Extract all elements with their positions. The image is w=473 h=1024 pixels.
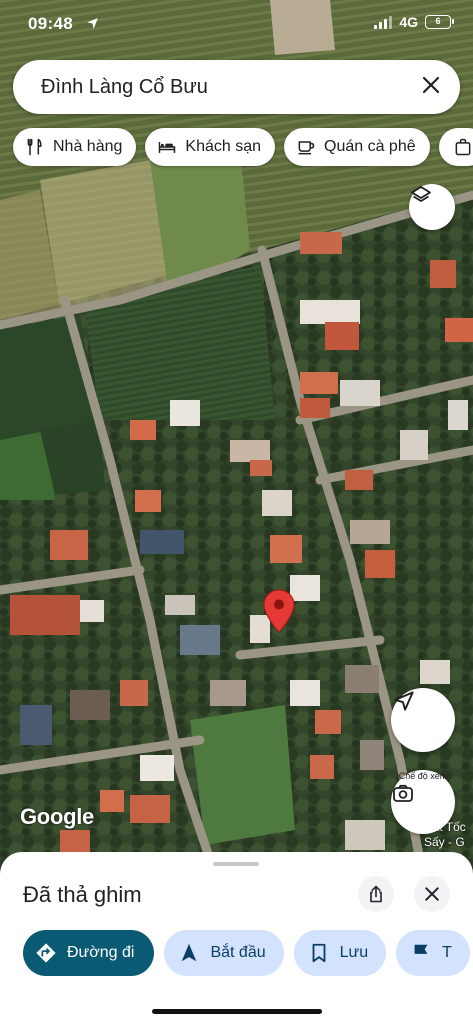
coffee-icon: [298, 141, 315, 155]
search-query[interactable]: Đình Làng Cổ Bưu: [41, 76, 208, 99]
camera-view-icon: [393, 784, 413, 802]
chip-restaurants[interactable]: Nhà hàng: [13, 128, 137, 166]
save-label: Lưu: [339, 944, 369, 961]
fork-knife-icon: [27, 138, 42, 156]
label-button-text: T: [442, 944, 452, 961]
chip-hotels[interactable]: Khách sạn: [145, 128, 275, 166]
battery-icon: 6: [425, 15, 454, 29]
signal-bars-icon: [374, 15, 393, 29]
action-buttons: Đường đi Bắt đầu Lưu T: [23, 930, 470, 976]
view-mode-label: Chế độ xem: [398, 771, 448, 781]
search-bar[interactable]: Đình Làng Cổ Bưu: [13, 60, 460, 114]
directions-icon: [36, 943, 56, 963]
location-arrow-icon: [394, 691, 414, 711]
chip-shopping[interactable]: [438, 128, 473, 166]
layers-icon: [411, 186, 431, 202]
location-services-icon: [86, 15, 99, 35]
save-button[interactable]: Lưu: [293, 930, 387, 976]
start-label: Bắt đầu: [210, 944, 266, 961]
bed-icon: [159, 142, 176, 153]
share-icon: [370, 885, 382, 903]
chip-label: Khách sạn: [185, 138, 261, 155]
status-time: 09:48: [28, 14, 73, 33]
map-place-label-line2: Sấy - G: [424, 835, 465, 849]
clear-search-button[interactable]: [418, 74, 444, 100]
chip-label: Nhà hàng: [53, 138, 123, 155]
google-watermark: Google: [20, 804, 94, 829]
close-icon: [422, 76, 440, 94]
directions-button[interactable]: Đường đi: [23, 930, 155, 976]
status-right: 4G 6: [374, 14, 454, 30]
home-indicator[interactable]: [152, 1009, 322, 1014]
chip-coffee[interactable]: Quán cà phê: [284, 128, 430, 166]
share-button[interactable]: [358, 876, 394, 912]
view-mode-button[interactable]: Chế độ xem: [391, 770, 455, 834]
network-type: 4G: [399, 14, 418, 30]
label-button[interactable]: T: [396, 930, 470, 976]
flag-icon: [414, 944, 428, 962]
sheet-drag-handle[interactable]: [213, 862, 259, 866]
dropped-pin-sheet[interactable]: Đã thả ghim Đường đi Bắt đầu Lưu T: [0, 852, 473, 1024]
navigation-arrow-icon: [182, 943, 197, 962]
layers-button[interactable]: [409, 184, 455, 230]
chip-label: Quán cà phê: [324, 138, 416, 155]
start-button[interactable]: Bắt đầu: [164, 930, 284, 976]
my-location-button[interactable]: [391, 688, 455, 752]
close-icon: [425, 887, 439, 901]
battery-level: 6: [435, 16, 441, 26]
directions-label: Đường đi: [67, 944, 135, 961]
sheet-title: Đã thả ghim: [23, 882, 142, 907]
status-bar: 09:48 4G 6: [0, 0, 473, 48]
category-chips: Nhà hàng Khách sạn Quán cà phê: [13, 128, 473, 166]
shopping-bag-icon: [455, 138, 471, 156]
close-sheet-button[interactable]: [414, 876, 450, 912]
bookmark-icon: [312, 943, 326, 963]
